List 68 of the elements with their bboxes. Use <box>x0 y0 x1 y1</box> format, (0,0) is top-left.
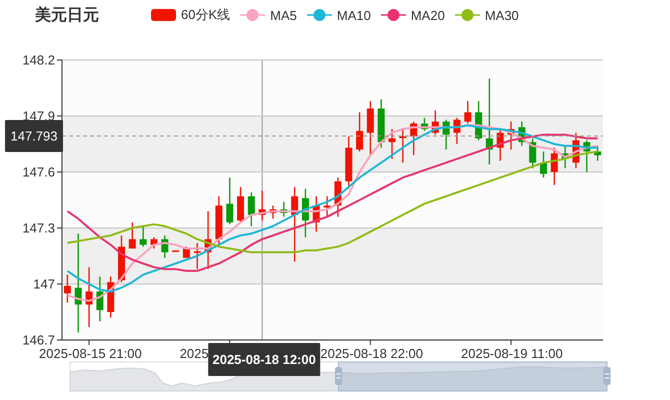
candlestick <box>280 202 288 217</box>
candlestick <box>572 132 580 168</box>
chart-title: 美元日元 <box>35 5 99 26</box>
candlestick <box>96 276 104 322</box>
x-axis-label: 2025-08-15 21:00 <box>39 346 142 361</box>
candlestick <box>107 276 114 318</box>
candlestick <box>432 110 439 135</box>
candlestick <box>215 196 222 245</box>
candlestick <box>550 148 558 186</box>
candlestick <box>356 112 364 152</box>
candlestick <box>161 235 168 258</box>
candlestick <box>118 235 125 282</box>
candlestick <box>508 122 515 150</box>
y-axis-label: 147.3 <box>22 220 55 236</box>
slider-handle[interactable] <box>335 367 342 385</box>
candlestick <box>172 250 180 252</box>
candlestick <box>140 226 147 247</box>
slider-handle[interactable] <box>604 367 610 385</box>
legend-item[interactable]: MA20 <box>380 8 445 22</box>
y-axis-label: 147 <box>33 276 55 292</box>
candlestick <box>378 99 385 148</box>
candlestick <box>540 151 547 178</box>
y-axis-label: 148.2 <box>22 52 55 68</box>
candlestick <box>324 196 331 217</box>
candlestick <box>410 122 418 156</box>
legend-item[interactable]: 60分K线 <box>151 6 230 24</box>
range-selection[interactable] <box>338 362 608 392</box>
candle-legend-icon <box>151 9 176 21</box>
candlestick <box>258 190 266 221</box>
candlestick <box>64 274 71 303</box>
price-label: 147.793 <box>5 120 63 152</box>
candlestick <box>475 101 482 140</box>
candlestick <box>237 186 244 222</box>
candlestick <box>312 196 320 232</box>
candlestick <box>453 118 460 144</box>
candlestick <box>302 188 309 238</box>
legend-item[interactable]: MA5 <box>240 8 297 22</box>
candlestick <box>204 211 212 270</box>
candlestick <box>518 122 526 146</box>
x-axis-label: 2025 <box>180 346 209 361</box>
candlestick <box>226 178 234 224</box>
ref-line-label: 147.793 <box>10 128 58 144</box>
candlestick <box>583 140 590 172</box>
candlestick <box>388 129 396 159</box>
candlestick <box>594 146 602 161</box>
x-axis-label: 2025-08-19 11:00 <box>461 346 563 361</box>
candlestick <box>529 138 536 168</box>
candlestick <box>345 136 352 189</box>
y-axis-label: 147.6 <box>22 164 55 180</box>
legend-item[interactable]: MA10 <box>306 8 371 22</box>
candlestick <box>150 237 158 249</box>
candlestick <box>420 118 428 131</box>
y-axis-label: 146.7 <box>22 332 55 348</box>
candlestick <box>128 222 136 249</box>
x-axis-label: 2025-08-18 22:00 <box>320 346 424 361</box>
candlestick <box>248 192 255 226</box>
candlestick <box>464 101 472 124</box>
candlestick <box>366 101 374 156</box>
candlestick <box>442 120 450 150</box>
candlestick <box>562 146 569 168</box>
legend-item[interactable]: MA30 <box>454 8 519 22</box>
time-label: 2025-08-18 12:00 <box>208 343 320 376</box>
candlestick <box>194 242 201 270</box>
candlestick <box>86 267 93 327</box>
candlestick <box>496 129 504 161</box>
candlestick <box>399 129 406 163</box>
candlestick <box>334 178 342 217</box>
candlestick <box>270 206 276 219</box>
